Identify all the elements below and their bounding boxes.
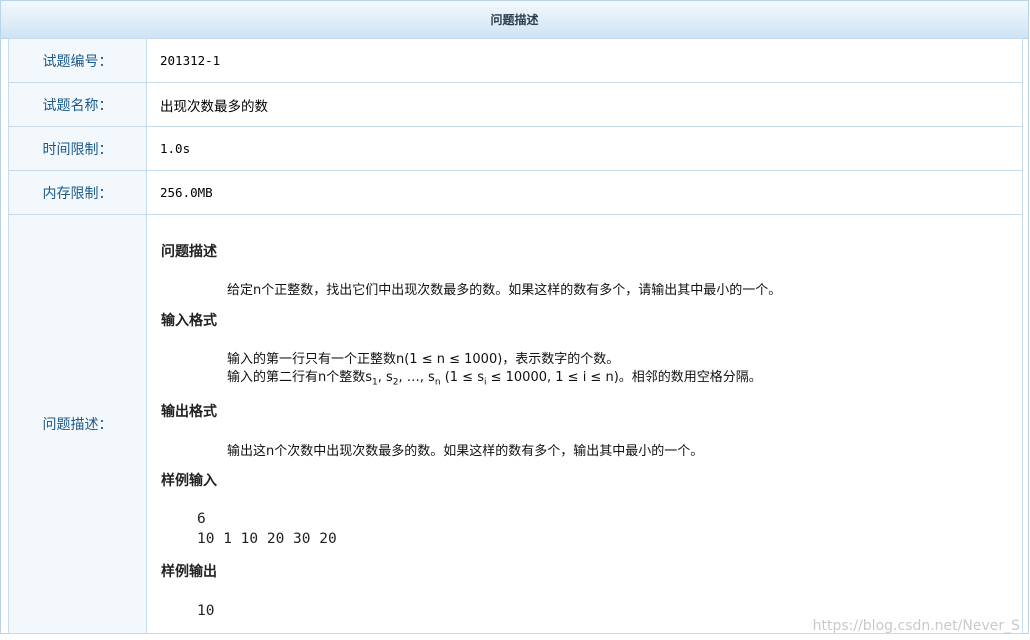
output-format-text: 输出这n个次数中出现次数最多的数。如果这样的数有多个，输出其中最小的一个。 — [227, 444, 704, 459]
value-problem-id: 201312-1 — [146, 38, 1023, 83]
value-time-limit: 1.0s — [146, 126, 1023, 171]
value-memory-limit: 256.0MB — [146, 170, 1023, 215]
description-body: 问题描述 给定n个正整数，找出它们中出现次数最多的数。如果这样的数有多个，请输出… — [147, 215, 1022, 633]
description-text: 给定n个正整数，找出它们中出现次数最多的数。如果这样的数有多个，请输出其中最小的… — [227, 283, 782, 298]
heading-description: 问题描述 — [161, 244, 217, 260]
value-problem-name: 出现次数最多的数 — [146, 82, 1023, 127]
table-row-description: 问题描述： 问题描述 给定n个正整数，找出它们中出现次数最多的数。如果这样的数有… — [8, 214, 1023, 634]
heading-input-format: 输入格式 — [161, 313, 217, 329]
heading-output-format: 输出格式 — [161, 404, 217, 420]
watermark-text: https://blog.csdn.net/Never_S — [812, 618, 1020, 634]
table-row-time: 时间限制： 1.0s — [8, 126, 1023, 171]
table-row-name: 试题名称： 出现次数最多的数 — [8, 82, 1023, 127]
sample-input-line-2: 10 1 10 20 30 20 — [197, 531, 337, 547]
label-description: 问题描述： — [8, 214, 147, 634]
input-format-line-1: 输入的第一行只有一个正整数n(1 ≤ n ≤ 1000)，表示数字的个数。 — [227, 352, 620, 367]
problem-panel: 问题描述 试题编号： 201312-1 试题名称： 出现次数最多的数 时间限制：… — [0, 0, 1029, 634]
input-format-line-2: 输入的第二行有n个整数s1, s2, …, sn (1 ≤ si ≤ 10000… — [227, 370, 762, 388]
panel-title: 问题描述 — [1, 1, 1028, 39]
label-problem-id: 试题编号： — [8, 38, 147, 83]
problem-info-table: 试题编号： 201312-1 试题名称： 出现次数最多的数 时间限制： 1.0s… — [8, 38, 1023, 634]
heading-sample-input: 样例输入 — [161, 473, 217, 489]
label-time-limit: 时间限制： — [8, 126, 147, 171]
table-row-memory: 内存限制： 256.0MB — [8, 170, 1023, 215]
label-memory-limit: 内存限制： — [8, 170, 147, 215]
heading-sample-output: 样例输出 — [161, 564, 217, 580]
label-problem-name: 试题名称： — [8, 82, 147, 127]
description-cell: 问题描述 给定n个正整数，找出它们中出现次数最多的数。如果这样的数有多个，请输出… — [146, 214, 1023, 634]
table-row-id: 试题编号： 201312-1 — [8, 38, 1023, 83]
sample-output-line-1: 10 — [197, 603, 215, 619]
sample-input-line-1: 6 — [197, 511, 206, 527]
